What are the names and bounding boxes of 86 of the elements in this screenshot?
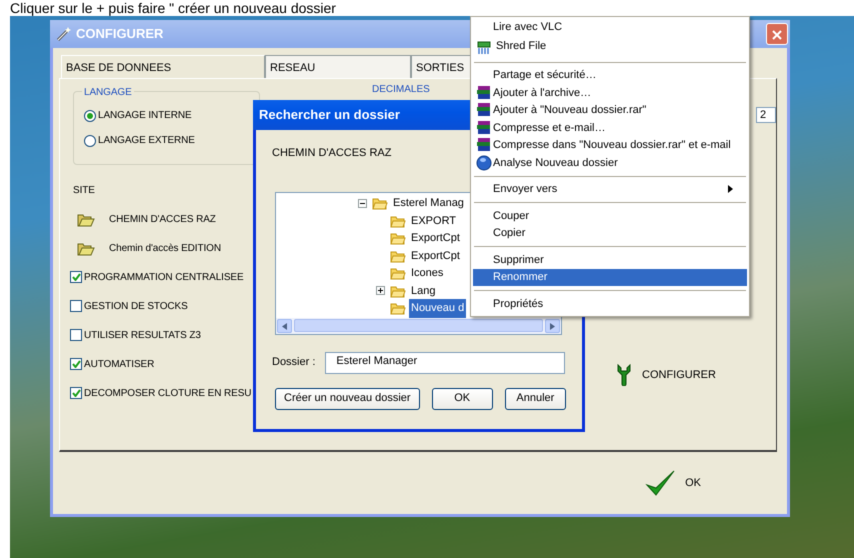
dialog-title: Rechercher un dossier [259,106,400,124]
checkbox[interactable] [70,358,82,370]
menu-item[interactable]: Partage et sécurité… [473,66,747,84]
wand-icon [56,26,72,42]
decimals-field[interactable]: 2 [756,107,776,123]
tree-item[interactable]: Lang [409,282,438,300]
radio-label: LANGAGE INTERNE [98,109,192,123]
folder-icon [372,196,388,210]
folder-icon [390,284,406,298]
horizontal-scrollbar[interactable] [276,318,561,334]
dialog-prompt: CHEMIN D'ACCES RAZ [272,146,392,161]
shredder-icon [476,38,492,54]
configure-button[interactable]: CONFIGURER [616,364,716,386]
close-button[interactable] [766,23,788,45]
books-stack-icon [476,137,492,154]
check-icon [72,389,80,397]
menu-item[interactable]: Shred File [473,36,747,58]
dialog-button[interactable]: Annuler [504,388,566,410]
checkbox[interactable] [70,271,82,283]
scrollbar-thumb[interactable] [294,319,543,332]
folder-icon [390,301,406,316]
check-icon [72,273,80,281]
menu-item[interactable]: Lire avec VLC [473,18,747,36]
checkbox[interactable] [70,329,82,341]
submenu-arrow-icon [728,185,733,194]
radio-label: LANGAGE EXTERNE [98,134,195,148]
folder-name-field[interactable]: Esterel Manager [325,352,565,374]
books-stack-icon [476,120,492,136]
menu-item[interactable]: Envoyer vers [473,180,747,198]
tree-item[interactable]: ExportCpt [409,229,462,248]
path-link[interactable]: CHEMIN D'ACCES RAZ [109,212,216,227]
menu-item[interactable]: Compresse et e-mail… [473,119,747,136]
caption-text: Cliquer sur le + puis faire " créer un nouveau dossier [9,0,337,16]
expander-toggle[interactable] [376,286,385,296]
sphere-icon [476,154,492,171]
close-icon [772,30,782,40]
checkbox-label: DECOMPOSER CLOTURE EN RESU [84,386,252,400]
menu-item[interactable]: Compresse dans "Nouveau dossier.rar" et e-mail [473,136,747,154]
folder-icon [390,231,406,246]
open-folder-icon [77,242,95,256]
folder-icon [390,266,406,280]
open-folder-icon [77,212,95,226]
menu-item[interactable]: Ajouter à l'archive… [473,84,747,102]
checkbox[interactable] [70,300,82,312]
tree-item[interactable]: ExportCpt [409,246,462,265]
checkbox-label: UTILISER RESULTATS Z3 [84,328,201,342]
right-arrow-icon [550,322,555,330]
window-title: CONFIGURER [76,25,164,44]
menu-item[interactable]: Copier [473,224,747,242]
checkmark-icon [645,469,676,497]
folder-icon [390,214,406,228]
menu-item[interactable]: Ajouter à "Nouveau dossier.rar" [473,102,747,119]
menu-item[interactable]: Couper [473,207,747,224]
folder-icon [390,248,406,263]
field-label: Dossier : [272,355,316,370]
tree-item[interactable]: Esterel Manag [391,194,466,212]
menu-item[interactable]: Supprimer [473,251,747,268]
path-link[interactable]: Chemin d'accès EDITION [109,241,221,256]
checkbox-label: GESTION DE STOCKS [84,300,188,314]
radio-button[interactable] [84,134,96,146]
checkbox[interactable] [70,387,82,399]
checkbox-label: AUTOMATISER [84,358,154,372]
menu-item[interactable]: Renommer [473,268,747,286]
tab[interactable]: RESEAU [265,55,411,78]
tab[interactable]: BASE DE DONNEES [61,55,265,78]
check-icon [72,360,80,368]
checkbox-label: PROGRAMMATION CENTRALISEE [84,270,244,284]
wrench-icon [616,364,632,386]
dialog-button[interactable]: Créer un nouveau dossier [275,388,420,410]
field-label: DECIMALES [372,84,430,95]
scroll-right-button[interactable] [545,318,560,332]
tree-item[interactable]: Nouveau d [409,299,466,318]
menu-item[interactable]: Propriétés [473,295,747,312]
left-arrow-icon [282,322,287,330]
books-stack-icon [476,84,492,101]
tree-item[interactable]: EXPORT [409,212,458,230]
tree-item[interactable]: Icones [409,264,446,282]
dialog-button[interactable]: OK [432,388,493,410]
plus-icon [377,287,384,294]
menu-item[interactable]: Analyse Nouveau dossier [473,154,747,172]
books-stack-icon [476,102,492,118]
scroll-left-button[interactable] [277,318,292,332]
radio-button[interactable] [84,110,96,122]
ok-button[interactable]: OK [645,469,701,497]
section-title: SITE [73,184,96,198]
expander-toggle[interactable] [358,198,367,208]
